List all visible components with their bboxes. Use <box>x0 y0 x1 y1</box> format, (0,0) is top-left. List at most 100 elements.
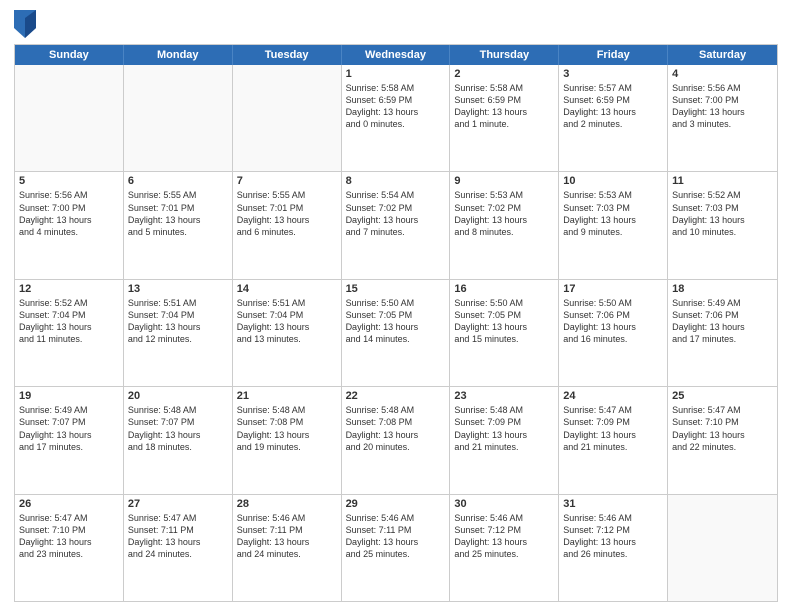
calendar-cell: 15Sunrise: 5:50 AM Sunset: 7:05 PM Dayli… <box>342 280 451 386</box>
day-number: 2 <box>454 68 554 80</box>
calendar-header-cell: Friday <box>559 45 668 65</box>
calendar-cell: 5 Sunrise: 5:56 AM Sunset: 7:00 PM Daylig… <box>15 172 124 278</box>
day-number: 25 <box>672 390 773 402</box>
cell-info-text: Sunrise: 5:52 AM Sunset: 7:03 PM Dayligh… <box>672 189 773 238</box>
calendar-cell: 28 Sunrise: 5:46 AM Sunset: 7:11 PM Dayli… <box>233 495 342 601</box>
cell-info-text: Sunrise: 5:47 AM Sunset: 7:11 PM Dayligh… <box>128 512 228 561</box>
calendar-week-row: 12 Sunrise: 5:52 AM Sunset: 7:04 PM Dayli… <box>15 279 777 386</box>
cell-info-text: Sunrise: 5:50 AM Sunset: 7:05 PM Dayligh… <box>454 297 554 346</box>
calendar-cell: 13 Sunrise: 5:51 AM Sunset: 7:04 PM Dayli… <box>124 280 233 386</box>
calendar-cell: 26Sunrise: 5:47 AM Sunset: 7:10 PM Dayli… <box>15 495 124 601</box>
calendar-cell: 27 Sunrise: 5:47 AM Sunset: 7:11 PM Dayli… <box>124 495 233 601</box>
day-number: 19 <box>19 390 119 402</box>
day-number: 7 <box>237 175 337 187</box>
calendar-cell: 1 Sunrise: 5:58 AM Sunset: 6:59 PM Daylig… <box>342 65 451 171</box>
cell-info-text: Sunrise: 5:46 AM Sunset: 7:11 PM Dayligh… <box>237 512 337 561</box>
calendar: SundayMondayTuesdayWednesdayThursdayFrid… <box>14 44 778 602</box>
cell-info-text: Sunrise: 5:54 AM Sunset: 7:02 PM Dayligh… <box>346 189 446 238</box>
cell-info-text: Sunrise: 5:56 AM Sunset: 7:00 PM Dayligh… <box>19 189 119 238</box>
day-number: 5 <box>19 175 119 187</box>
day-number: 22 <box>346 390 446 402</box>
calendar-cell: 3Sunrise: 5:57 AM Sunset: 6:59 PM Daylig… <box>559 65 668 171</box>
cell-info-text: Sunrise: 5:48 AM Sunset: 7:08 PM Dayligh… <box>346 404 446 453</box>
calendar-cell: 10Sunrise: 5:53 AM Sunset: 7:03 PM Dayli… <box>559 172 668 278</box>
day-number: 1 <box>346 68 446 80</box>
logo <box>14 10 40 38</box>
calendar-cell: 22 Sunrise: 5:48 AM Sunset: 7:08 PM Dayli… <box>342 387 451 493</box>
calendar-cell: 19 Sunrise: 5:49 AM Sunset: 7:07 PM Dayli… <box>15 387 124 493</box>
calendar-body: 1 Sunrise: 5:58 AM Sunset: 6:59 PM Daylig… <box>15 65 777 601</box>
day-number: 13 <box>128 283 228 295</box>
calendar-cell: 25 Sunrise: 5:47 AM Sunset: 7:10 PM Dayli… <box>668 387 777 493</box>
day-number: 16 <box>454 283 554 295</box>
calendar-cell: 20 Sunrise: 5:48 AM Sunset: 7:07 PM Dayli… <box>124 387 233 493</box>
day-number: 4 <box>672 68 773 80</box>
cell-info-text: Sunrise: 5:46 AM Sunset: 7:12 PM Dayligh… <box>454 512 554 561</box>
calendar-cell: 9 Sunrise: 5:53 AM Sunset: 7:02 PM Daylig… <box>450 172 559 278</box>
calendar-header-cell: Tuesday <box>233 45 342 65</box>
calendar-cell: 16 Sunrise: 5:50 AM Sunset: 7:05 PM Dayli… <box>450 280 559 386</box>
day-number: 30 <box>454 498 554 510</box>
cell-info-text: Sunrise: 5:49 AM Sunset: 7:07 PM Dayligh… <box>19 404 119 453</box>
day-number: 20 <box>128 390 228 402</box>
calendar-week-row: 1 Sunrise: 5:58 AM Sunset: 6:59 PM Daylig… <box>15 65 777 171</box>
cell-info-text: Sunrise: 5:55 AM Sunset: 7:01 PM Dayligh… <box>237 189 337 238</box>
day-number: 3 <box>563 68 663 80</box>
cell-info-text: Sunrise: 5:48 AM Sunset: 7:07 PM Dayligh… <box>128 404 228 453</box>
day-number: 27 <box>128 498 228 510</box>
calendar-cell <box>124 65 233 171</box>
day-number: 9 <box>454 175 554 187</box>
calendar-cell <box>233 65 342 171</box>
cell-info-text: Sunrise: 5:48 AM Sunset: 7:08 PM Dayligh… <box>237 404 337 453</box>
calendar-cell: 14 Sunrise: 5:51 AM Sunset: 7:04 PM Dayli… <box>233 280 342 386</box>
calendar-cell: 18 Sunrise: 5:49 AM Sunset: 7:06 PM Dayli… <box>668 280 777 386</box>
cell-info-text: Sunrise: 5:48 AM Sunset: 7:09 PM Dayligh… <box>454 404 554 453</box>
calendar-cell: 6Sunrise: 5:55 AM Sunset: 7:01 PM Daylig… <box>124 172 233 278</box>
calendar-cell: 4Sunrise: 5:56 AM Sunset: 7:00 PM Daylig… <box>668 65 777 171</box>
calendar-header-cell: Monday <box>124 45 233 65</box>
cell-info-text: Sunrise: 5:58 AM Sunset: 6:59 PM Dayligh… <box>346 82 446 131</box>
day-number: 24 <box>563 390 663 402</box>
cell-info-text: Sunrise: 5:53 AM Sunset: 7:03 PM Dayligh… <box>563 189 663 238</box>
day-number: 14 <box>237 283 337 295</box>
calendar-header-cell: Saturday <box>668 45 777 65</box>
calendar-cell: 23 Sunrise: 5:48 AM Sunset: 7:09 PM Dayli… <box>450 387 559 493</box>
day-number: 23 <box>454 390 554 402</box>
calendar-week-row: 19 Sunrise: 5:49 AM Sunset: 7:07 PM Dayli… <box>15 386 777 493</box>
day-number: 12 <box>19 283 119 295</box>
calendar-header-cell: Thursday <box>450 45 559 65</box>
page: SundayMondayTuesdayWednesdayThursdayFrid… <box>0 0 792 612</box>
cell-info-text: Sunrise: 5:49 AM Sunset: 7:06 PM Dayligh… <box>672 297 773 346</box>
calendar-week-row: 26Sunrise: 5:47 AM Sunset: 7:10 PM Dayli… <box>15 494 777 601</box>
calendar-cell: 11Sunrise: 5:52 AM Sunset: 7:03 PM Dayli… <box>668 172 777 278</box>
logo-icon <box>14 10 36 38</box>
calendar-cell: 29Sunrise: 5:46 AM Sunset: 7:11 PM Dayli… <box>342 495 451 601</box>
calendar-header-cell: Wednesday <box>342 45 451 65</box>
cell-info-text: Sunrise: 5:51 AM Sunset: 7:04 PM Dayligh… <box>237 297 337 346</box>
day-number: 18 <box>672 283 773 295</box>
day-number: 28 <box>237 498 337 510</box>
calendar-cell: 24 Sunrise: 5:47 AM Sunset: 7:09 PM Dayli… <box>559 387 668 493</box>
calendar-cell: 30 Sunrise: 5:46 AM Sunset: 7:12 PM Dayli… <box>450 495 559 601</box>
day-number: 21 <box>237 390 337 402</box>
day-number: 29 <box>346 498 446 510</box>
calendar-cell: 21 Sunrise: 5:48 AM Sunset: 7:08 PM Dayli… <box>233 387 342 493</box>
calendar-cell: 8Sunrise: 5:54 AM Sunset: 7:02 PM Daylig… <box>342 172 451 278</box>
calendar-cell <box>15 65 124 171</box>
cell-info-text: Sunrise: 5:47 AM Sunset: 7:09 PM Dayligh… <box>563 404 663 453</box>
cell-info-text: Sunrise: 5:55 AM Sunset: 7:01 PM Dayligh… <box>128 189 228 238</box>
calendar-cell: 31Sunrise: 5:46 AM Sunset: 7:12 PM Dayli… <box>559 495 668 601</box>
day-number: 15 <box>346 283 446 295</box>
calendar-header-row: SundayMondayTuesdayWednesdayThursdayFrid… <box>15 45 777 65</box>
cell-info-text: Sunrise: 5:52 AM Sunset: 7:04 PM Dayligh… <box>19 297 119 346</box>
cell-info-text: Sunrise: 5:58 AM Sunset: 6:59 PM Dayligh… <box>454 82 554 131</box>
cell-info-text: Sunrise: 5:53 AM Sunset: 7:02 PM Dayligh… <box>454 189 554 238</box>
cell-info-text: Sunrise: 5:47 AM Sunset: 7:10 PM Dayligh… <box>672 404 773 453</box>
day-number: 17 <box>563 283 663 295</box>
calendar-header-cell: Sunday <box>15 45 124 65</box>
day-number: 31 <box>563 498 663 510</box>
calendar-cell <box>668 495 777 601</box>
calendar-cell: 17Sunrise: 5:50 AM Sunset: 7:06 PM Dayli… <box>559 280 668 386</box>
calendar-cell: 7 Sunrise: 5:55 AM Sunset: 7:01 PM Daylig… <box>233 172 342 278</box>
cell-info-text: Sunrise: 5:51 AM Sunset: 7:04 PM Dayligh… <box>128 297 228 346</box>
